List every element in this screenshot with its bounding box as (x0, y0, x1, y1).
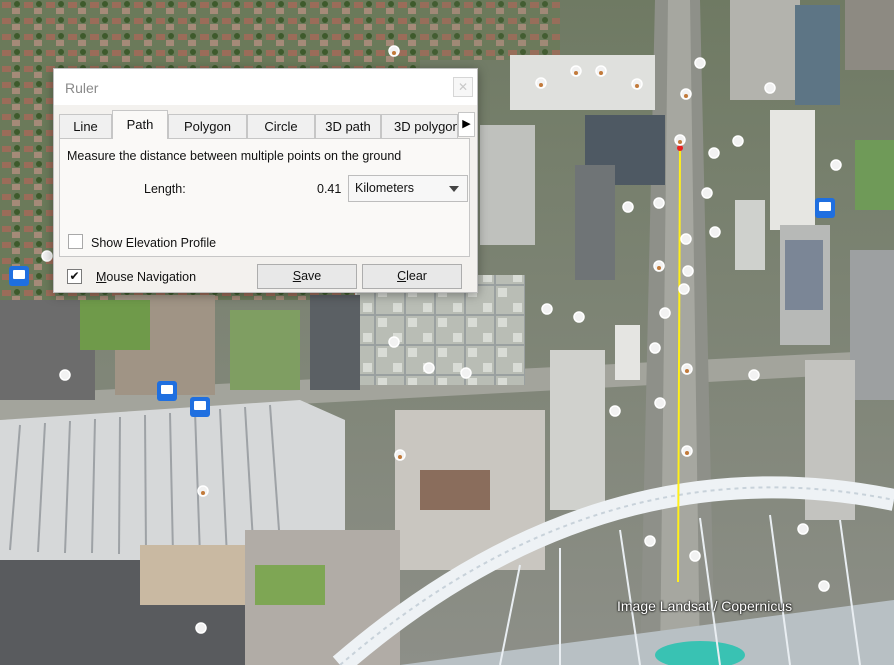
tab-3d-polygon[interactable]: 3D polygon (381, 114, 458, 138)
imagery-attribution: Image Landsat / Copernicus (617, 598, 793, 614)
measurement-tabs: Line Path Polygon Circle 3D path 3D poly… (59, 110, 475, 139)
length-value: 0.41 (317, 182, 342, 196)
tab-scroll-right-button[interactable]: ▶ (458, 112, 475, 137)
unit-dropdown[interactable]: Kilometers (348, 175, 468, 202)
close-button[interactable]: ✕ (453, 77, 473, 97)
length-label: Length: (144, 182, 186, 196)
tab-circle[interactable]: Circle (247, 114, 315, 138)
chevron-down-icon (449, 186, 459, 192)
unit-selected-value: Kilometers (355, 181, 415, 195)
measurement-description: Measure the distance between multiple po… (67, 149, 402, 163)
save-button[interactable]: Save (257, 264, 357, 289)
mouse-navigation-label[interactable]: Mouse Navigation (96, 270, 196, 284)
dialog-title: Ruler (65, 80, 99, 96)
elevation-profile-label[interactable]: Show Elevation Profile (91, 236, 216, 250)
clear-button[interactable]: Clear (362, 264, 462, 289)
checkmark-icon: ✔ (69, 269, 80, 283)
tab-polygon[interactable]: Polygon (168, 114, 247, 138)
tab-line[interactable]: Line (59, 114, 112, 138)
path-tab-panel: Measure the distance between multiple po… (59, 138, 470, 257)
tab-3d-path[interactable]: 3D path (315, 114, 381, 138)
elevation-profile-checkbox[interactable] (68, 234, 83, 249)
close-icon: ✕ (457, 80, 469, 94)
tab-path[interactable]: Path (112, 110, 168, 139)
mouse-navigation-checkbox[interactable]: ✔ (67, 269, 82, 284)
dialog-title-bar[interactable]: Ruler ✕ (54, 69, 477, 105)
triangle-right-icon: ▶ (462, 118, 471, 130)
ruler-dialog: Ruler ✕ Line Path Polygon Circle 3D path… (53, 68, 478, 293)
